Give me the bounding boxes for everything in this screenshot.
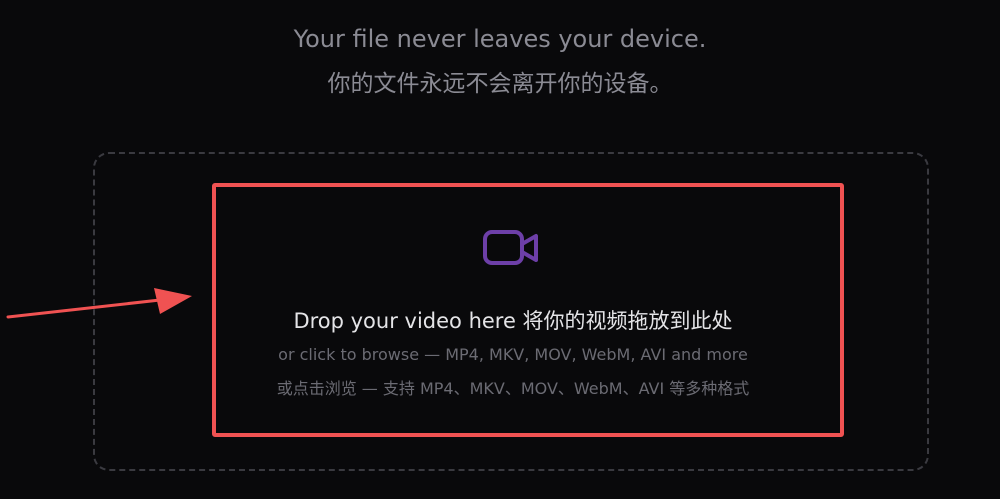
tagline-english: Your file never leaves your device. [293,25,707,53]
annotation-arrow-icon [6,288,192,319]
video-camera-icon [483,230,538,265]
dropzone-subtitle-english: or click to browse — MP4, MKV, MOV, WebM… [278,345,748,364]
tagline-chinese: 你的文件永远不会离开你的设备。 [327,71,673,97]
dropzone-subtitle-chinese: 或点击浏览 — 支持 MP4、MKV、MOV、WebM、AVI 等多种格式 [276,379,750,398]
